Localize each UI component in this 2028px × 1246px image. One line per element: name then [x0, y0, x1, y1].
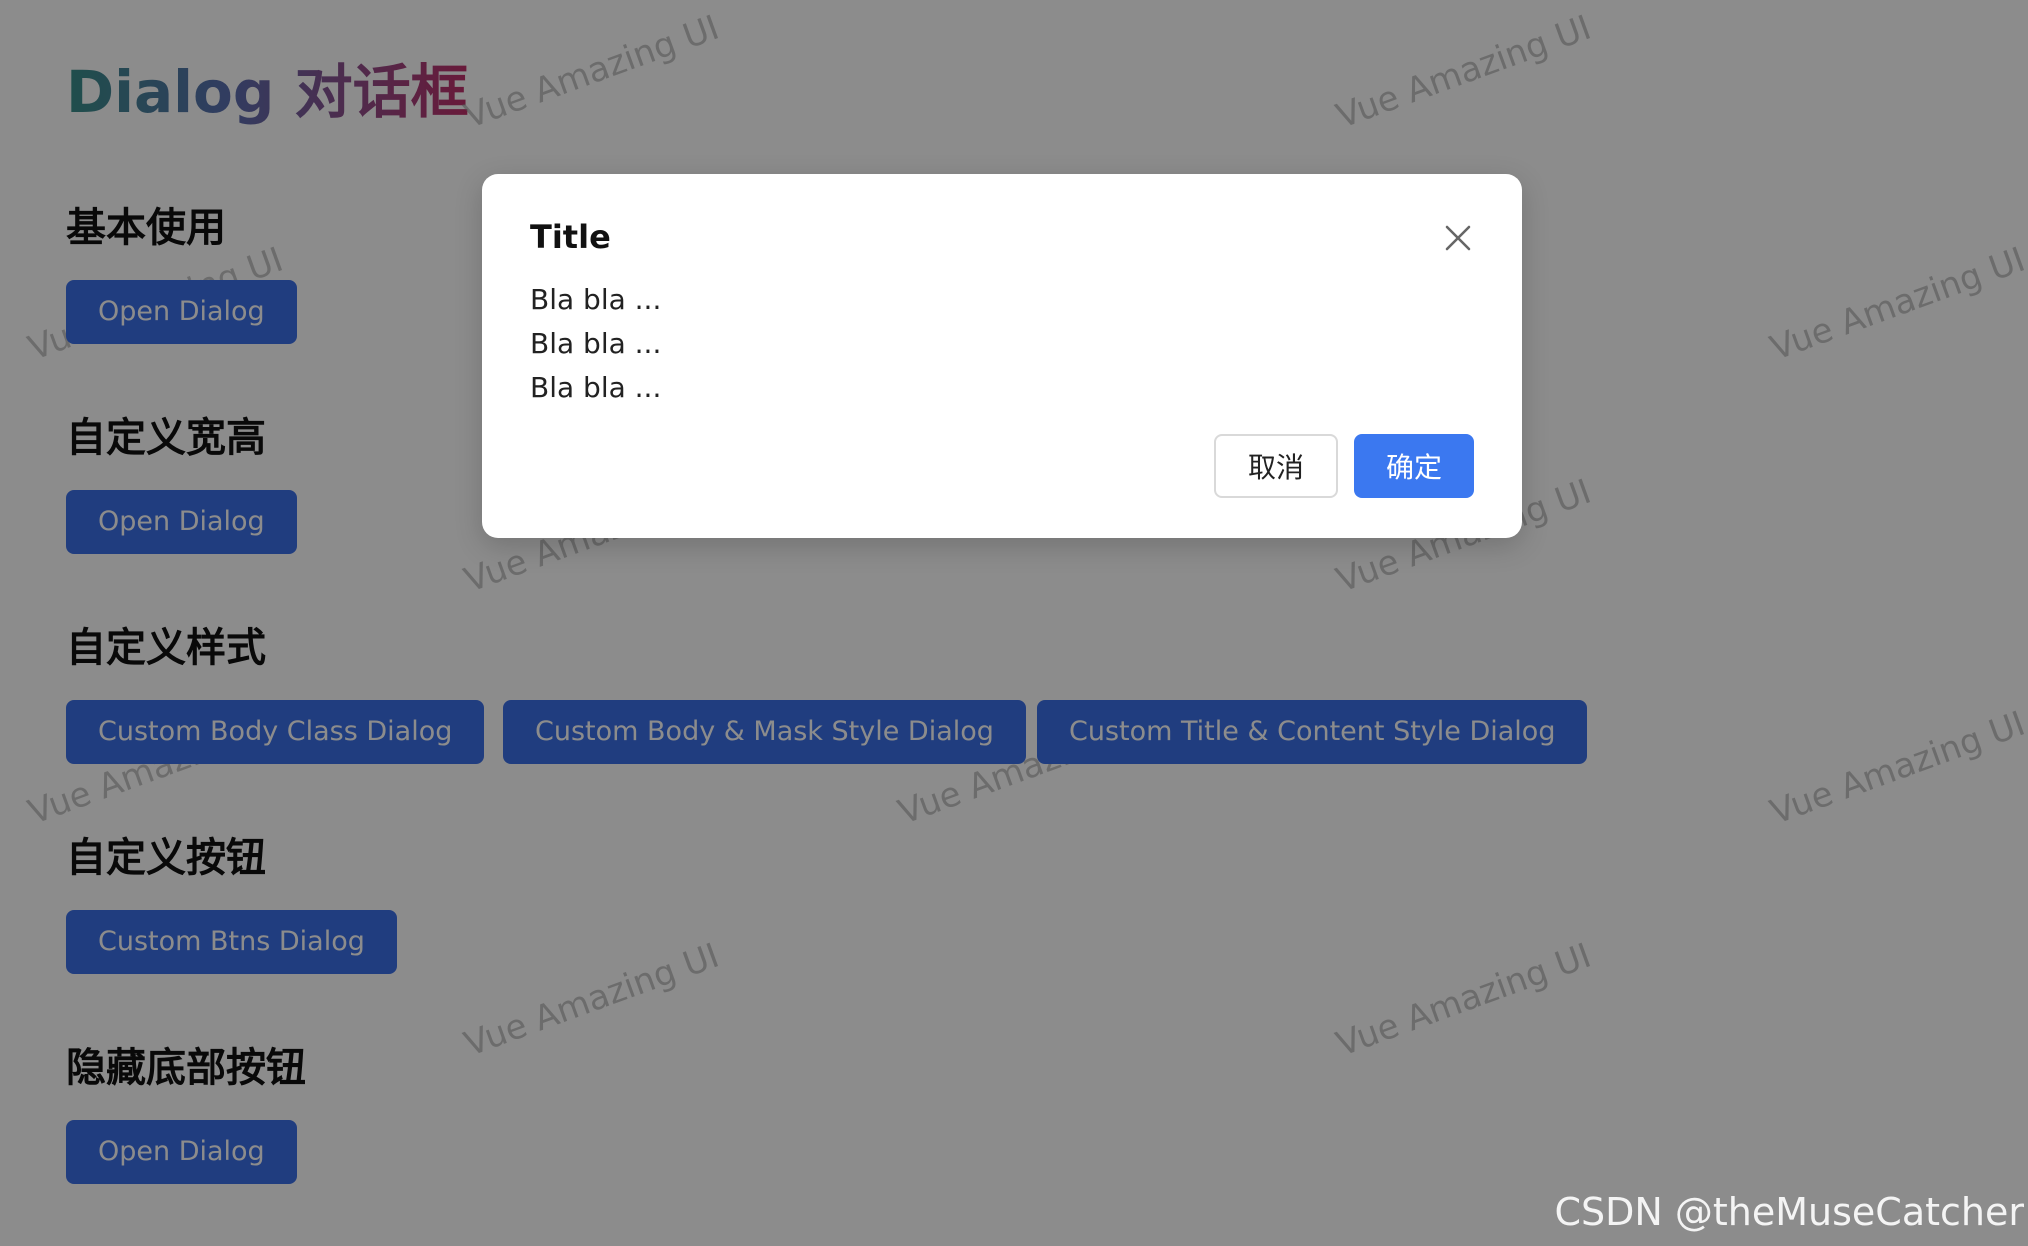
dialog-content-line: Bla bla ...: [530, 327, 662, 360]
cancel-button[interactable]: 取消: [1213, 434, 1338, 498]
confirm-button[interactable]: 确定: [1353, 434, 1474, 498]
dialog-content: Bla bla ... Bla bla ... Bla bla ...: [530, 278, 661, 410]
dialog-content-line: Bla bla ...: [530, 283, 662, 316]
dialog-title: Title: [530, 218, 611, 256]
csdn-watermark: CSDN @theMuseCatcher: [1554, 1190, 2024, 1234]
dialog: Title Bla bla ... Bla bla ... Bla bla ..…: [482, 174, 1522, 538]
dialog-close-button[interactable]: [1434, 214, 1482, 262]
close-icon: [1445, 225, 1471, 251]
dialog-content-line: Bla bla ...: [530, 371, 662, 404]
